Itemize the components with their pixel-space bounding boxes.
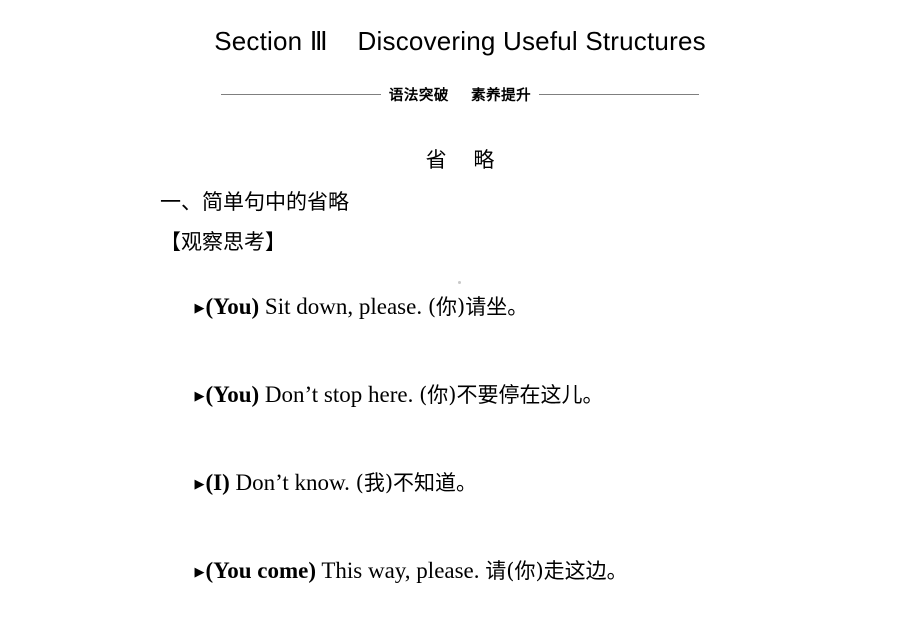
omitted-word: (I) xyxy=(205,470,230,495)
example-english: This way, please. xyxy=(316,558,486,583)
topic-heading: 省 略 xyxy=(425,148,495,172)
divider-right xyxy=(539,94,700,95)
example-english: Don’t stop here. xyxy=(259,382,420,407)
triangle-bullet-icon: ▶ xyxy=(194,564,205,579)
divider-left xyxy=(220,94,381,95)
omitted-word: (You) xyxy=(205,294,260,319)
observe-label: 【观察思考】 xyxy=(160,230,286,254)
example-english: Sit down, please. xyxy=(259,294,428,319)
example-item: ▶(You come) This way, please. 请(你)走这边。 xyxy=(160,536,880,605)
omitted-word: (You) xyxy=(205,382,260,407)
body-content: 一、简单句中的省略 【观察思考】 ▶(You) Sit down, please… xyxy=(160,192,880,624)
example-chinese: (我)不知道。 xyxy=(355,471,478,495)
example-english: Don’t know. xyxy=(229,470,356,495)
example-chinese: 请(你)走这边。 xyxy=(485,559,628,583)
omitted-word: (You come) xyxy=(205,558,317,583)
slide-canvas: Section Ⅲ Discovering Useful Structures … xyxy=(0,0,920,582)
example-chinese: (你)不要停在这儿。 xyxy=(419,383,604,407)
example-item: ▶(You) Don’t stop here. (你)不要停在这儿。 xyxy=(160,360,880,429)
example-item: ▶(I) Don’t know. (我)不知道。 xyxy=(160,448,880,517)
section-heading: 一、简单句中的省略 xyxy=(160,190,349,214)
triangle-bullet-icon: ▶ xyxy=(194,300,205,315)
example-chinese: (你)请坐。 xyxy=(427,295,529,319)
dot-artifact xyxy=(458,281,461,284)
triangle-bullet-icon: ▶ xyxy=(194,388,205,403)
example-item: ▶(You) Sit down, please. (你)请坐。 xyxy=(160,272,880,341)
triangle-bullet-icon: ▶ xyxy=(194,476,205,491)
page-title: Section Ⅲ Discovering Useful Structures xyxy=(214,26,706,56)
subtitle-row: 语法突破 素养提升 xyxy=(0,84,920,105)
subtitle-text: 语法突破 素养提升 xyxy=(388,88,532,104)
